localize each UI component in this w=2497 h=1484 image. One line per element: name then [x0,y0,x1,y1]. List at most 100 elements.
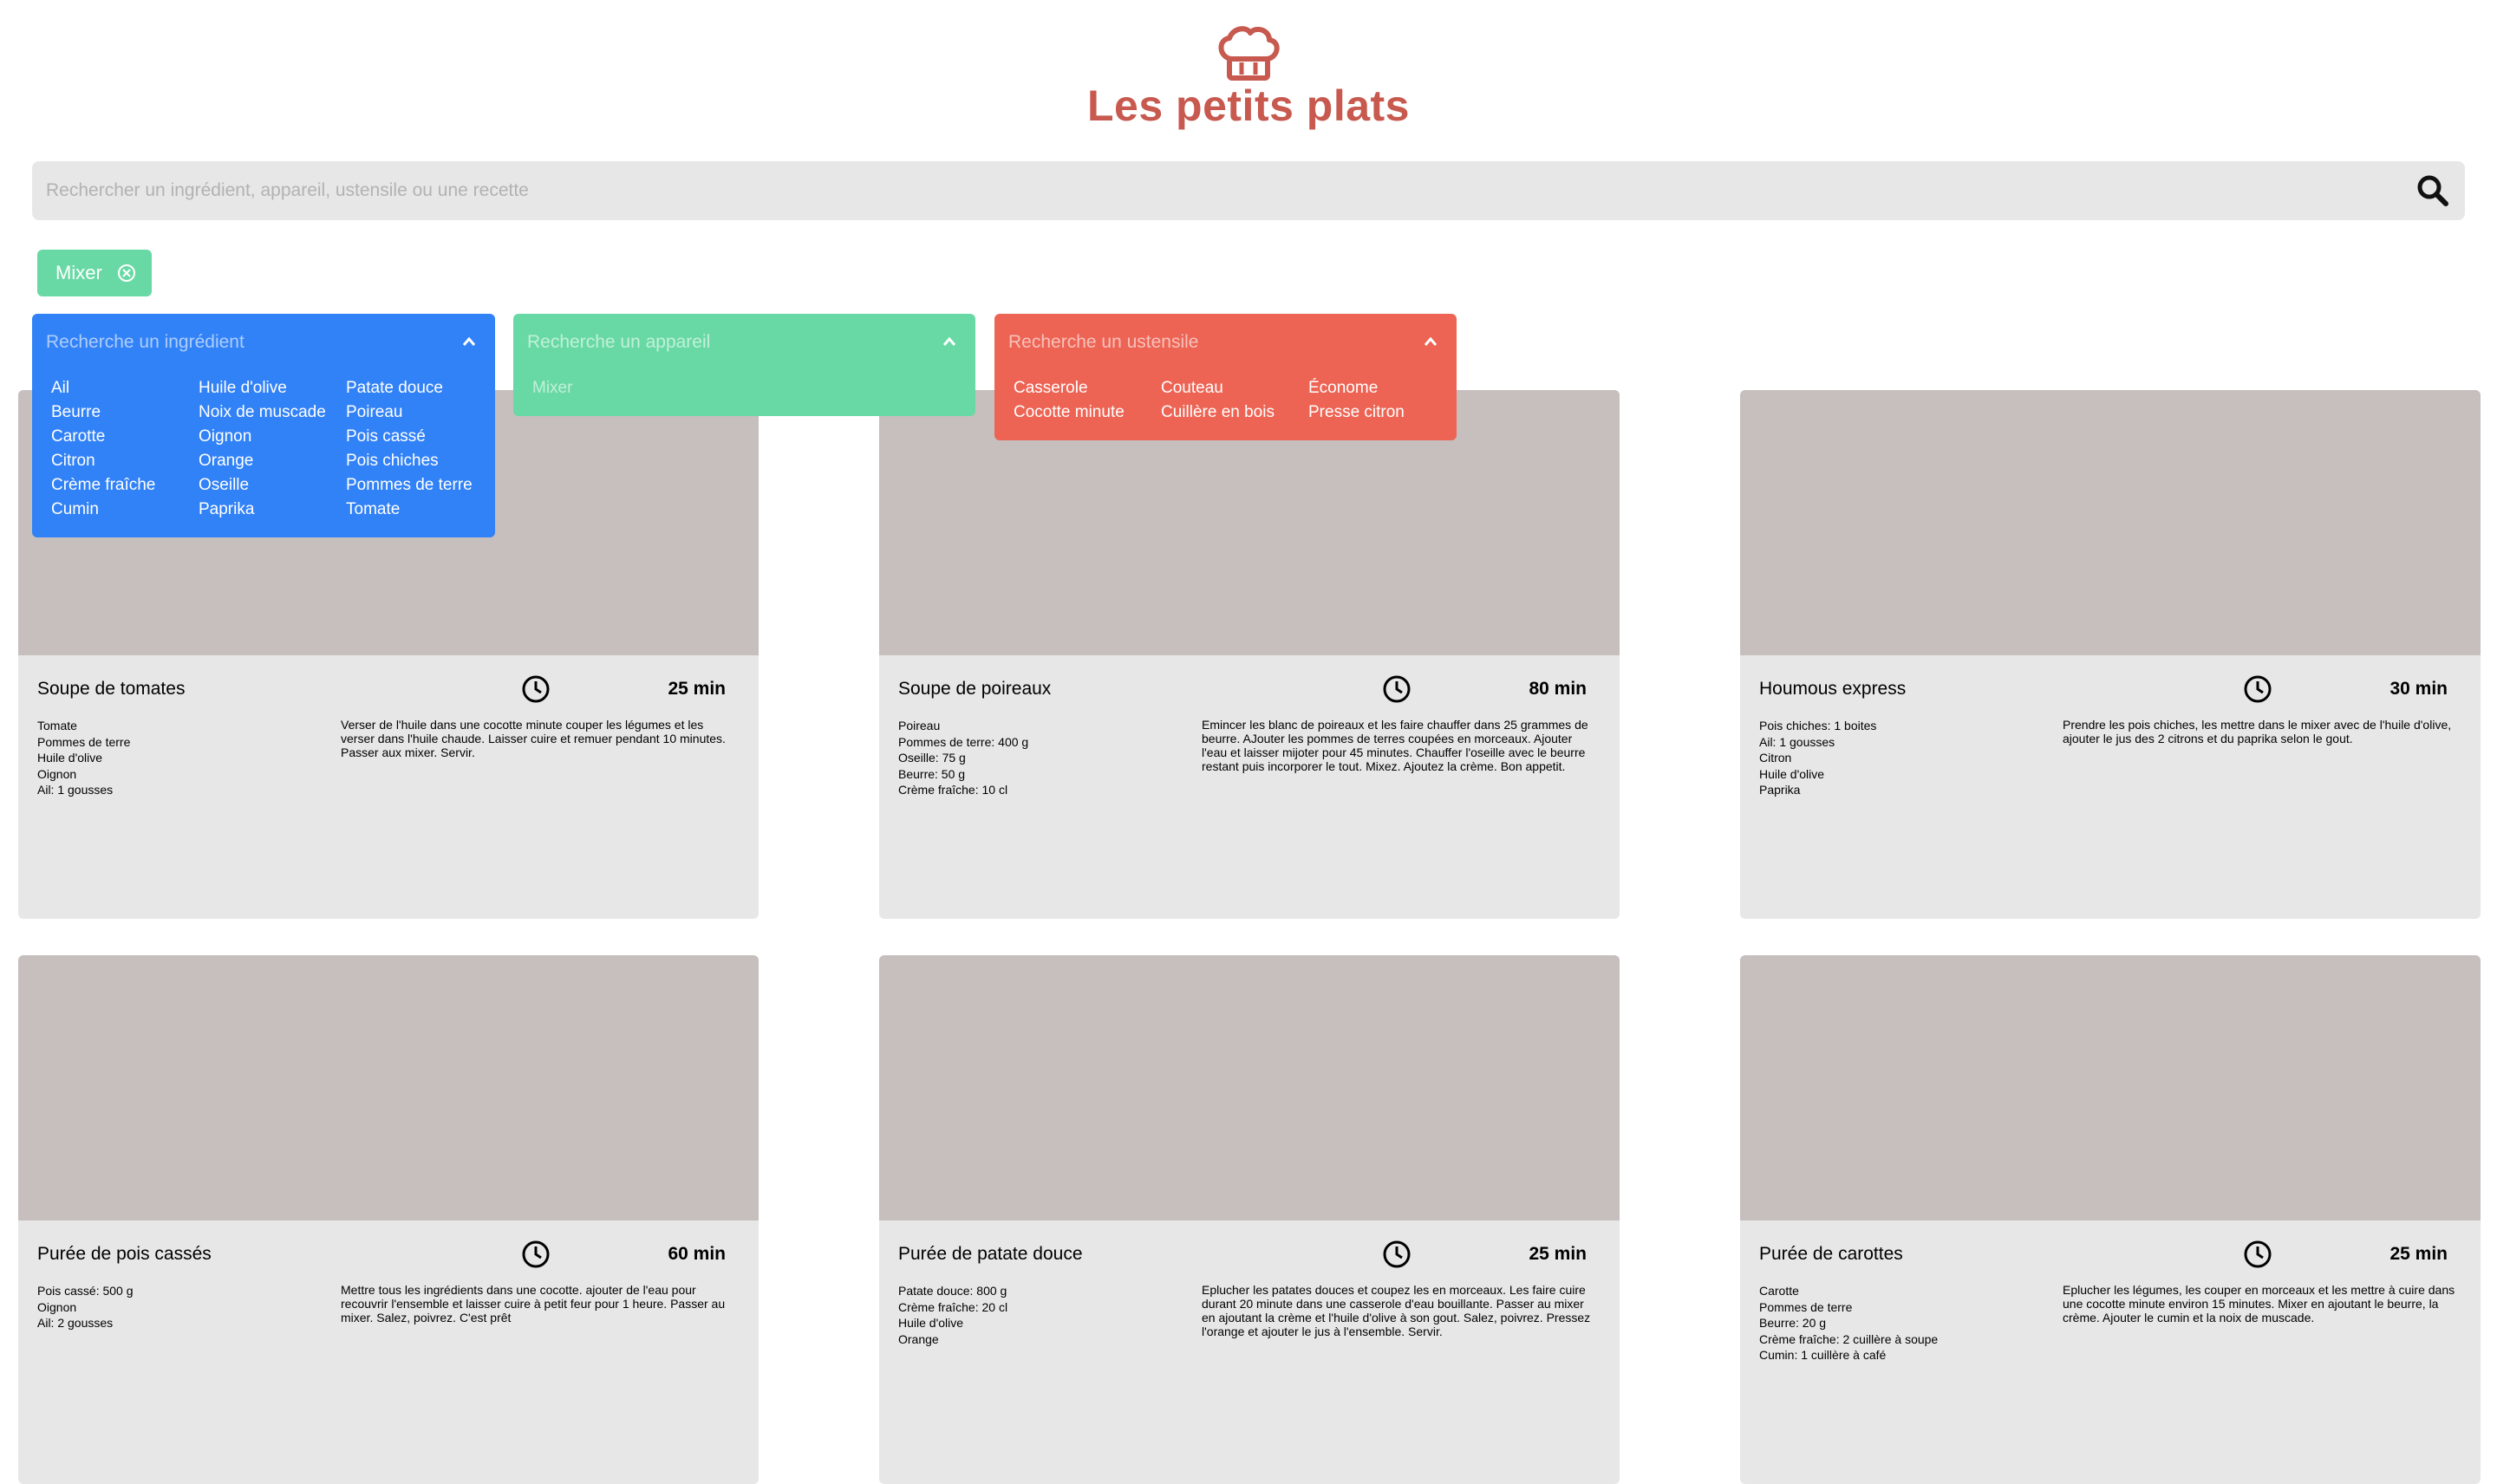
recipe-description: Eplucher les légumes, les couper en morc… [2063,1283,2455,1325]
recipe-ingredient: Orange [898,1331,939,1346]
recipe-ingredient: Patate douce: 800 g [898,1284,1007,1298]
recipe-ingredient: Beurre: 20 g [1759,1316,1827,1331]
ingredients-dropdown: Ail Beurre Carotte Citron Crème fraîche … [32,314,495,537]
recipe-card[interactable]: Purée de carottes 25 min Carotte Pommes … [1740,955,2481,1484]
recipe-description: Prendre les pois chiches, les mettre dan… [2063,718,2452,745]
recipe-ingredient: Huile d'olive [37,751,103,765]
appareil-search-input[interactable] [513,314,912,371]
ingredient-option[interactable]: Ail [51,376,199,400]
ustensile-search-input[interactable] [994,314,1393,371]
ingredient-option[interactable]: Citron [51,449,199,473]
recipe-name: Soupe de tomates [37,679,186,699]
ingredient-option[interactable]: Pois cassé [346,425,493,449]
recipe-description: Mettre tous les ingrédients dans une coc… [341,1283,726,1325]
recipe-ingredients: Carotte Pommes de terre Beurre: 20 g Crè… [1759,1283,2045,1364]
recipe-time: 25 min [1529,1244,1587,1264]
recipe-ingredient: Paprika [1759,783,1801,797]
recipe-ingredient: Citron [1759,751,1792,765]
ustensiles-list: Casserole Cocotte minute Couteau Cuillèr… [1014,376,1448,425]
ustensile-option[interactable]: Économe [1308,376,1456,400]
recipe-ingredient: Ail: 1 gousses [37,783,114,797]
recipe-ingredient: Oseille: 75 g [898,751,966,765]
appareil-option[interactable]: Mixer [532,376,680,400]
recipe-description: Verser de l'huile dans une cocotte minut… [341,718,726,759]
clock-icon [1383,675,1411,703]
appareils-dropdown: Mixer [513,314,975,416]
clock-icon [522,1240,550,1268]
recipe-ingredient: Beurre: 50 g [898,766,966,781]
recipe-ingredients: Pois cassé: 500 g Oignon Ail: 2 gousses [37,1283,323,1331]
ingredient-option[interactable]: Carotte [51,425,199,449]
search-input[interactable] [32,161,2390,220]
ingredient-option[interactable]: Pois chiches [346,449,493,473]
recipe-image [18,955,759,1220]
ingredient-search-input[interactable] [32,314,431,371]
recipe-name: Purée de carottes [1759,1244,1903,1264]
recipe-card[interactable]: Purée de pois cassés 60 min Pois cassé: … [18,955,759,1484]
ustensile-option[interactable]: Cocotte minute [1014,400,1161,425]
recipe-time: 25 min [668,679,726,699]
ingredient-option[interactable]: Crème fraîche [51,473,199,498]
ingredient-option[interactable]: Poireau [346,400,493,425]
recipe-card[interactable]: Soupe de poireaux 80 min Poireau Pommes … [879,390,1620,919]
ingredient-option[interactable]: Oseille [199,473,346,498]
ustensile-option[interactable]: Presse citron [1308,400,1456,425]
recipe-ingredient: Huile d'olive [898,1316,964,1331]
ingredient-option[interactable]: Paprika [199,498,346,522]
recipe-ingredient: Crème fraîche: 2 cuillère à soupe [1759,1331,1939,1346]
close-circle-icon[interactable] [117,264,136,283]
recipe-ingredient: Crème fraîche: 20 cl [898,1299,1008,1314]
chevron-up-icon[interactable] [462,336,476,347]
recipe-name: Houmous express [1759,679,1907,699]
recipe-name: Purée de pois cassés [37,1244,212,1264]
recipe-ingredient: Tomate [37,719,77,732]
recipe-ingredients: Tomate Pommes de terre Huile d'olive Oig… [37,718,323,798]
recipe-ingredients: Pois chiches: 1 boites Ail: 1 gousses Ci… [1759,718,2045,798]
recipe-ingredients: Patate douce: 800 g Crème fraîche: 20 cl… [898,1283,1184,1347]
recipe-ingredient: Pois chiches: 1 boites [1759,719,1877,732]
recipe-card[interactable]: Purée de patate douce 25 min Patate douc… [879,955,1620,1484]
chevron-up-icon[interactable] [942,336,956,347]
chef-hat-icon [1218,26,1280,81]
recipe-ingredient: Pois cassé: 500 g [37,1284,134,1298]
appareils-list: Mixer [532,376,967,400]
recipe-description: Emincer les blanc de poireaux et les fai… [1202,718,1588,773]
recipe-image [879,955,1620,1220]
ingredient-option[interactable]: Patate douce [346,376,493,400]
ingredient-option[interactable]: Beurre [51,400,199,425]
ingredient-option[interactable]: Oignon [199,425,346,449]
clock-icon [2244,675,2272,703]
recipe-time: 60 min [668,1244,726,1264]
ustensile-option[interactable]: Couteau [1161,376,1308,400]
recipe-card[interactable]: Houmous express 30 min Pois chiches: 1 b… [1740,390,2481,919]
ingredient-option[interactable]: Pommes de terre [346,473,493,498]
recipe-time: 30 min [2389,679,2448,699]
ingredient-option[interactable]: Noix de muscade [199,400,346,425]
chevron-up-icon[interactable] [1424,336,1438,347]
ingredient-option[interactable]: Orange [199,449,346,473]
recipe-name: Purée de patate douce [898,1244,1083,1264]
recipe-ingredient: Oignon [37,1299,77,1314]
ingredient-option[interactable]: Huile d'olive [199,376,346,400]
page-title: Les petits plats [1087,81,1410,130]
recipe-description: Eplucher les patates douces et coupez le… [1202,1283,1591,1338]
recipe-image [1740,390,2481,655]
recipe-ingredient: Cumin: 1 cuillère à café [1759,1348,1887,1363]
search-bar [32,161,2465,220]
recipe-ingredient: Huile d'olive [1759,766,1825,781]
clock-icon [2244,1240,2272,1268]
recipe-ingredient: Pommes de terre [1759,1299,1853,1314]
ingredients-list: Ail Beurre Carotte Citron Crème fraîche … [51,376,486,522]
ustensile-option[interactable]: Cuillère en bois [1161,400,1308,425]
recipe-name: Soupe de poireaux [898,679,1052,699]
recipe-time: 80 min [1529,679,1587,699]
recipe-image [1740,955,2481,1220]
recipe-ingredients: Poireau Pommes de terre: 400 g Oseille: … [898,718,1184,798]
tag-mixer: Mixer [37,250,152,296]
recipe-time: 25 min [2389,1244,2448,1264]
ustensile-option[interactable]: Casserole [1014,376,1161,400]
recipe-ingredient: Ail: 2 gousses [37,1316,114,1331]
search-icon[interactable] [2416,174,2449,207]
ingredient-option[interactable]: Cumin [51,498,199,522]
ingredient-option[interactable]: Tomate [346,498,493,522]
